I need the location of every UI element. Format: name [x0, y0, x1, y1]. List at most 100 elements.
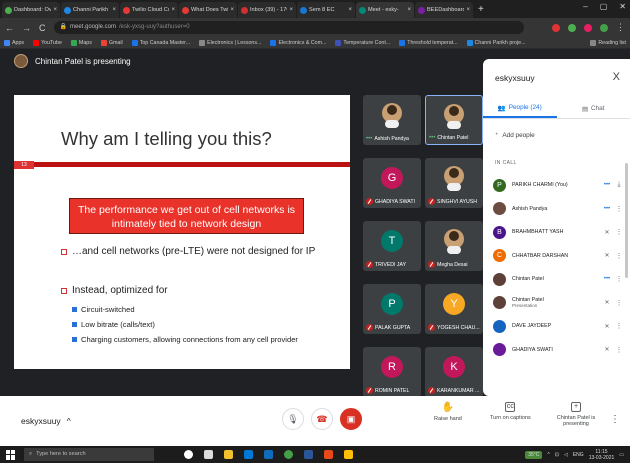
mic-status-icon[interactable]: ✕ — [601, 323, 613, 330]
windows-start-icon[interactable] — [6, 449, 16, 460]
participant-row[interactable]: C CHHATBAR DARSHAN ✕ ⋮ — [493, 247, 625, 265]
participant-row[interactable]: P PARIKH CHARMI (You) ••• ⤓ — [493, 176, 625, 194]
browser-tab[interactable]: What Does Twilio× — [179, 2, 237, 18]
extension-icon[interactable] — [552, 23, 560, 32]
tab-close-icon[interactable]: × — [348, 7, 352, 13]
participant-more-icon[interactable]: ⋮ — [613, 275, 625, 283]
close-panel-button[interactable]: X — [613, 71, 620, 83]
notifications-icon[interactable]: ▭ — [619, 452, 624, 458]
close-window-button[interactable]: ✕ — [619, 2, 626, 11]
participant-more-icon[interactable]: ⋮ — [613, 228, 625, 236]
minimize-button[interactable]: – — [583, 2, 587, 11]
mic-status-icon[interactable]: ••• — [601, 276, 613, 282]
bookmark-item[interactable]: Gmail — [100, 39, 123, 46]
participant-row[interactable]: Chintan Patel ••• ⋮ — [493, 270, 625, 288]
bookmark-item[interactable]: Top Canada Master... — [131, 39, 190, 46]
cortana-icon[interactable] — [184, 450, 193, 459]
bookmark-item[interactable]: Temperature Cont... — [335, 39, 390, 46]
mic-button[interactable]: 🎙 — [282, 408, 304, 430]
chrome-icon[interactable] — [284, 450, 293, 459]
tab-close-icon[interactable]: × — [466, 7, 470, 13]
raise-hand-button[interactable]: ✋ Raise hand — [434, 402, 462, 422]
participant-more-icon[interactable]: ⋮ — [613, 252, 625, 260]
participant-row[interactable]: DAVE JAYDEEP ✕ ⋮ — [493, 317, 625, 335]
participant-tile[interactable]: ••• Ashish Pandya — [363, 95, 421, 145]
tab-close-icon[interactable]: × — [289, 7, 293, 13]
participant-more-icon[interactable]: ⋮ — [613, 299, 625, 307]
mic-status-icon[interactable]: ✕ — [601, 299, 613, 306]
mic-status-icon[interactable]: ✕ — [601, 229, 613, 236]
tab-close-icon[interactable]: × — [230, 7, 234, 13]
mic-status-icon[interactable]: ••• — [601, 206, 613, 212]
bookmark-item[interactable]: YouTube — [33, 39, 62, 46]
participant-tile[interactable]: G GHADIYA SWATI — [363, 158, 421, 208]
browser-tab[interactable]: Sem 8 EC × — [297, 2, 355, 18]
participant-tile[interactable]: K KARANKUMAR ... — [425, 347, 483, 397]
language[interactable]: ENG — [573, 452, 584, 458]
extension-icon[interactable] — [584, 23, 592, 32]
browser-tab[interactable]: BEEDashboardc.fo× — [415, 2, 473, 18]
browser-tab[interactable]: Dashboard: Overv× — [2, 2, 60, 18]
network-icon[interactable]: ⊡ — [555, 452, 559, 458]
word-icon[interactable] — [304, 450, 313, 459]
mic-status-icon[interactable]: ✕ — [601, 252, 613, 259]
tab-close-icon[interactable]: × — [171, 7, 175, 13]
participant-tile[interactable]: Y YOGESH CHAU... — [425, 284, 483, 334]
camera-button[interactable]: ▣ — [340, 408, 362, 430]
presenting-button[interactable]: + Chintan Patel is presenting — [556, 402, 596, 427]
participant-more-icon[interactable]: ⋮ — [613, 322, 625, 330]
mic-status-icon[interactable]: ✕ — [601, 346, 613, 353]
tab-close-icon[interactable]: × — [112, 7, 116, 13]
weather-temp[interactable]: 35°C — [525, 450, 543, 459]
bookmark-item[interactable]: Apps — [4, 39, 24, 46]
bookmark-item[interactable]: Electronics & Com... — [270, 39, 326, 46]
participant-tile[interactable]: ••• Chintan Patel — [425, 95, 483, 145]
panel-scrollbar[interactable] — [625, 163, 628, 278]
maximize-button[interactable]: ▢ — [600, 2, 608, 11]
reading-list-button[interactable]: Reading list — [590, 39, 626, 46]
participant-tile[interactable]: P PALAK GUPTA — [363, 284, 421, 334]
browser-tab[interactable]: Channi Parikh pr× — [61, 2, 119, 18]
leave-call-button[interactable]: ☎ — [311, 408, 333, 430]
participant-row[interactable]: Chintan Patel Presentation ✕ ⋮ — [493, 294, 625, 312]
more-options-button[interactable]: ⋮ — [610, 414, 620, 425]
reload-icon[interactable]: C — [39, 23, 46, 33]
meeting-details-button[interactable]: eskyxsuuy ^ — [21, 416, 71, 426]
bookmark-item[interactable]: Electronics | Lessons... — [199, 39, 261, 46]
tab-people[interactable]: 👥 People (24) — [483, 99, 557, 118]
extension-icon[interactable] — [568, 23, 576, 32]
tab-close-icon[interactable]: × — [53, 7, 57, 13]
tab-chat[interactable]: ▤ Chat — [557, 99, 630, 118]
browser-tab[interactable]: Meet - esky- × — [356, 2, 414, 18]
clock[interactable]: 11:15 13-03-2021 — [589, 449, 615, 461]
file-explorer-icon[interactable] — [224, 450, 233, 459]
task-view-icon[interactable] — [204, 450, 213, 459]
taskbar-search[interactable]: ⌕ Type here to search — [24, 448, 154, 461]
participant-row[interactable]: Ashish Pandya ••• ⋮ — [493, 200, 625, 218]
tab-close-icon[interactable]: × — [407, 7, 411, 13]
browser-tab[interactable]: Twilio Cloud Com× — [120, 2, 178, 18]
volume-icon[interactable]: ◁ — [564, 452, 568, 458]
browser-tab[interactable]: Inbox (39) - 1701× — [238, 2, 296, 18]
forward-icon[interactable]: → — [22, 23, 31, 33]
bookmark-item[interactable]: Threshold temperat... — [399, 39, 458, 46]
participant-tile[interactable]: Megha Desai — [425, 221, 483, 271]
participant-row[interactable]: B BRAHMBHATT YASH ✕ ⋮ — [493, 223, 625, 241]
new-tab-button[interactable]: + — [478, 2, 484, 18]
app-icon[interactable] — [344, 450, 353, 459]
tray-chevron-icon[interactable]: ^ — [547, 452, 549, 458]
url-bar[interactable]: 🔒 meet.google.com/esk-yxsg-uuy?authuser=… — [53, 21, 524, 34]
captions-button[interactable]: cc Turn on captions — [490, 402, 531, 421]
participant-tile[interactable]: SINGHVI AYUSH — [425, 158, 483, 208]
participant-more-icon[interactable]: ⤓ — [613, 181, 625, 189]
powerpoint-icon[interactable] — [324, 450, 333, 459]
menu-icon[interactable]: ⋮ — [616, 22, 625, 33]
participant-tile[interactable]: T TRIVEDI JAY — [363, 221, 421, 271]
back-icon[interactable]: ← — [5, 23, 14, 33]
participant-more-icon[interactable]: ⋮ — [613, 346, 625, 354]
mic-status-icon[interactable]: ••• — [601, 182, 613, 188]
bookmark-item[interactable]: Maps — [70, 39, 92, 46]
edge-icon[interactable] — [244, 450, 253, 459]
participant-more-icon[interactable]: ⋮ — [613, 205, 625, 213]
profile-avatar[interactable] — [600, 23, 608, 32]
